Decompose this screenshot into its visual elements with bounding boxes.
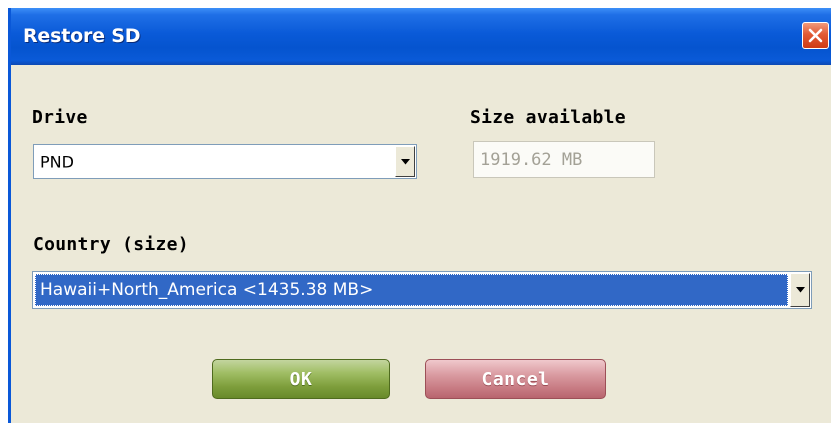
size-available-value: 1919.62 MB — [480, 149, 583, 170]
country-select-highlight: Hawaii+North_America <1435.38 MB> — [35, 274, 788, 306]
cancel-button[interactable]: Cancel — [425, 359, 606, 399]
drive-select[interactable]: PND — [33, 144, 417, 179]
title-bar[interactable]: Restore SD — [11, 8, 831, 65]
drive-dropdown-button[interactable] — [395, 146, 415, 177]
close-icon — [808, 28, 823, 43]
size-available-label: Size available — [470, 107, 626, 128]
drive-label: Drive — [32, 107, 88, 128]
restore-sd-dialog: Restore SD Drive Size available PND 1919… — [8, 8, 831, 423]
drive-select-value: PND — [40, 152, 74, 171]
close-button[interactable] — [802, 22, 829, 49]
size-available-field: 1919.62 MB — [473, 141, 655, 178]
country-select-value: Hawaii+North_America <1435.38 MB> — [40, 280, 374, 300]
country-label: Country (size) — [33, 234, 189, 255]
ok-button[interactable]: OK — [212, 359, 390, 399]
dialog-title: Restore SD — [23, 25, 141, 47]
country-dropdown-button[interactable] — [790, 273, 810, 307]
country-select[interactable]: Hawaii+North_America <1435.38 MB> — [32, 271, 812, 309]
chevron-down-icon — [795, 287, 805, 293]
chevron-down-icon — [400, 158, 410, 164]
